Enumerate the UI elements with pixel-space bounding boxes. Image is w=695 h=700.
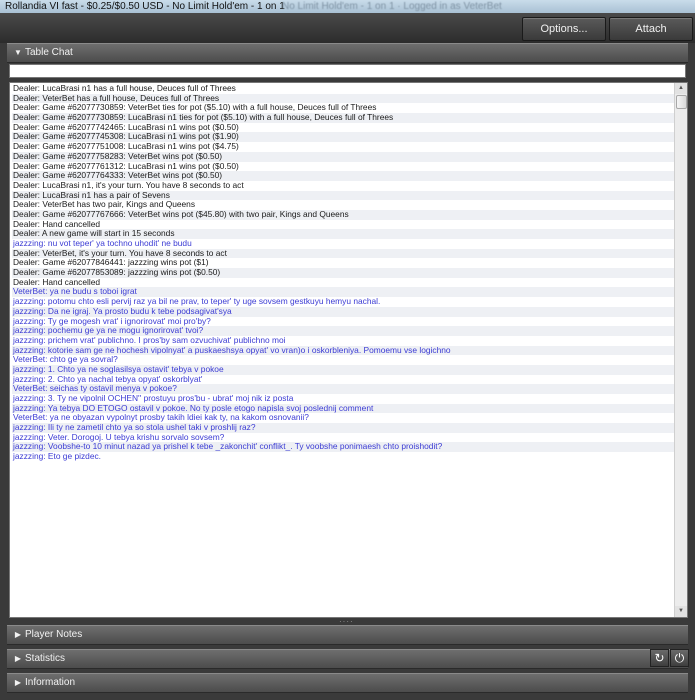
window-titlebar[interactable]: Rollandia VI fast - $0.25/$0.50 USD - No… [0,0,695,13]
player-message: VeterBet: ya ne obyazan vypolnyt prosby … [13,413,309,423]
toolbar: Options... Attach [0,13,695,43]
chat-scrollbar[interactable]: ▲ ▼ [674,83,687,617]
player-message: jazzzing: 2. Chto ya nachal tebya opyat'… [13,374,203,384]
dealer-message: Dealer: Game #62077761312: LucaBrasi n1 … [13,161,239,171]
statistics-header[interactable]: ▶ Statistics [7,649,688,669]
dealer-message: Dealer: Game #62077751008: LucaBrasi n1 … [13,142,239,152]
dealer-message: Dealer: Hand cancelled [13,219,101,229]
window-title-faded: No Limit Hold'em - 1 on 1 · Logged in as… [282,1,502,12]
dealer-message: Dealer: Game #62077730859: LucaBrasi n1 … [12,113,674,123]
dealer-message: Dealer: VeterBet has a full house, Deuce… [12,93,674,104]
player-message: jazzzing: prichem vrat' publichno. I pro… [13,335,286,345]
options-button[interactable]: Options... [522,17,606,41]
player-message: jazzzing: Ty ge mogesh vrat' i ignorirov… [13,316,211,326]
dealer-message: Dealer: A new game will start in 15 seco… [12,229,674,239]
scroll-up-icon[interactable]: ▲ [675,83,687,94]
dealer-message: Dealer: Game #62077764333: VeterBet wins… [12,171,674,181]
scroll-thumb[interactable] [676,95,687,109]
player-message: jazzzing: Da ne igraj. Ya prosto budu k … [12,306,674,317]
scroll-down-icon[interactable]: ▼ [675,606,687,617]
table-chat-header[interactable]: ▼ Table Chat [7,43,688,63]
dealer-message: Dealer: LucaBrasi n1, it's your turn. Yo… [13,180,244,190]
dealer-message: Dealer: Game #62077730859: VeterBet ties… [13,103,377,113]
information-label: Information [25,677,76,688]
chat-log[interactable]: Dealer: LucaBrasi n1 has a full house, D… [9,82,688,618]
resize-grip-icon[interactable]: ···· [339,618,361,626]
dealer-message: Dealer: Game #62077745308: LucaBrasi n1 … [12,132,674,143]
player-message: VeterBet: seichas ty ostavil menya v pok… [12,384,674,394]
player-message: jazzzing: kotorie sam ge ne hochesh vipo… [12,345,674,356]
dealer-message: Dealer: VeterBet has two pair, Kings and… [13,200,196,210]
player-message: jazzzing: pochemu ge ya ne mogu ignoriro… [12,326,674,336]
player-message: VeterBet: ya ne budu s toboi igrat [12,287,674,298]
player-message: jazzzing: 3. Ty ne vipolnil OCHEN'' pros… [13,394,294,403]
window-title: Rollandia VI fast - $0.25/$0.50 USD - No… [5,1,285,12]
player-notes-header[interactable]: ▶ Player Notes [7,625,688,645]
dealer-message: Dealer: Game #62077767666: VeterBet wins… [12,209,674,220]
player-message: jazzzing: nu vot teper' ya tochno uhodit… [13,239,192,248]
player-notes-label: Player Notes [25,629,83,640]
player-message: jazzzing: potomu chto esli pervij raz ya… [13,297,381,307]
player-message: jazzzing: Eto ge pizdec. [13,452,101,462]
collapsed-arrow-icon: ▶ [14,630,22,639]
dealer-message: Dealer: Game #62077853089: jazzzing wins… [12,268,674,278]
refresh-icon[interactable]: ↻ [650,649,669,667]
player-message: jazzzing: Voobshe-to 10 minut nazad ya p… [12,442,674,453]
statistics-label: Statistics [25,653,66,664]
attach-button[interactable]: Attach [609,17,693,41]
collapsed-arrow-icon: ▶ [14,678,22,687]
collapsed-arrow-icon: ▶ [14,654,22,663]
dealer-message: Dealer: LucaBrasi n1 has a full house, D… [13,84,236,93]
information-header[interactable]: ▶ Information [7,673,688,693]
dealer-message: Dealer: Game #62077846441: jazzzing wins… [13,258,209,268]
dealer-message: Dealer: LucaBrasi n1 has a pair of Seven… [12,190,674,201]
power-icon[interactable]: ⏻ [670,649,689,667]
dealer-message: Dealer: Hand cancelled [13,277,101,287]
player-message: VeterBet: chto ge ya sovral? [13,355,118,365]
player-message: jazzzing: Veter. Dorogoj. U tebya krishu… [13,432,225,442]
dealer-message: Dealer: Game #62077758283: VeterBet wins… [12,151,674,162]
chat-lines: Dealer: LucaBrasi n1 has a full house, D… [12,84,674,462]
dealer-message: Dealer: Game #62077742465: LucaBrasi n1 … [13,122,239,132]
player-message: jazzzing: Ya tebya DO ETOGO ostavil v po… [12,403,674,414]
player-message: jazzzing: Ili ty ne zametil chto ya so s… [12,423,674,433]
player-message: jazzzing: 1. Chto ya ne soglasilsya osta… [12,364,674,375]
table-chat-label: Table Chat [25,47,73,58]
dealer-message: Dealer: VeterBet, it's your turn. You ha… [12,248,674,259]
expanded-arrow-icon: ▼ [14,48,22,57]
chat-input[interactable] [9,64,686,78]
